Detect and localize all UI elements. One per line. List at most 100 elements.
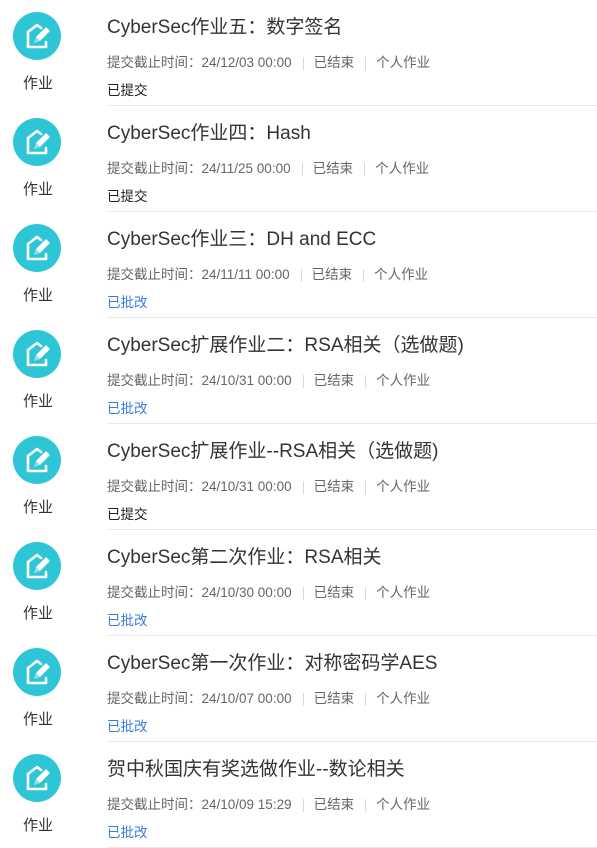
assignment-title[interactable]: CyberSec作业五：数字签名	[107, 15, 342, 41]
pen-edit-icon	[13, 118, 61, 166]
pen-edit-icon	[13, 12, 61, 60]
assignment-state: 已结束	[313, 55, 355, 71]
assignment-meta: 提交截止时间：24/10/09 15:29 已结束 个人作业	[107, 796, 430, 814]
assignment-mode: 个人作业	[376, 585, 431, 601]
assignment-status: 已批改	[107, 401, 148, 416]
meta-divider	[302, 798, 304, 812]
assignment-state: 已结束	[313, 797, 355, 813]
meta-divider	[365, 692, 367, 706]
assignment-state: 已结束	[313, 373, 355, 389]
assignment-deadline: 提交截止时间：24/10/07 00:00	[107, 691, 292, 707]
assignment-title[interactable]: CyberSec第二次作业：RSA相关	[107, 545, 382, 571]
assignment-mode: 个人作业	[376, 55, 431, 71]
assignment-content: CyberSec作业四：Hash 提交截止时间：24/11/25 00:00 已结…	[107, 106, 597, 212]
assignment-content: CyberSec第二次作业：RSA相关 提交截止时间：24/10/30 00:0…	[107, 530, 597, 636]
assignment-mode: 个人作业	[375, 161, 430, 177]
pen-edit-icon	[13, 648, 61, 696]
assignment-mode: 个人作业	[374, 267, 429, 283]
assignment-type-label: 作业	[22, 393, 53, 410]
assignment-item[interactable]: 作业 CyberSec第一次作业：对称密码学AES 提交截止时间：24/10/0…	[0, 636, 597, 742]
meta-divider	[300, 268, 302, 282]
assignment-icon-column: 作业	[0, 636, 76, 742]
assignment-content: CyberSec扩展作业--RSA相关（选做题) 提交截止时间：24/10/31…	[107, 424, 597, 530]
assignment-meta: 提交截止时间：24/10/31 00:00 已结束 个人作业	[107, 478, 430, 496]
meta-divider	[365, 586, 367, 600]
assignment-status: 已批改	[107, 613, 148, 628]
assignment-state: 已结束	[313, 691, 355, 707]
assignment-state: 已结束	[312, 161, 354, 177]
meta-divider	[302, 480, 304, 494]
meta-divider	[302, 56, 304, 70]
assignment-title[interactable]: CyberSec作业三：DH and ECC	[107, 227, 376, 253]
meta-divider	[301, 162, 303, 176]
assignment-content: CyberSec作业五：数字签名 提交截止时间：24/12/03 00:00 已结…	[107, 0, 597, 106]
assignment-meta: 提交截止时间：24/12/03 00:00 已结束 个人作业	[107, 54, 430, 72]
meta-divider	[365, 798, 367, 812]
assignment-status: 已批改	[107, 825, 148, 840]
assignment-item[interactable]: 作业 CyberSec扩展作业--RSA相关（选做题) 提交截止时间：24/10…	[0, 424, 597, 530]
assignment-status: 已提交	[107, 83, 148, 98]
assignment-status: 已提交	[107, 507, 148, 522]
assignment-title[interactable]: CyberSec作业四：Hash	[107, 121, 311, 147]
assignment-content: 贺中秋国庆有奖选做作业--数论相关 提交截止时间：24/10/09 15:29 已…	[107, 742, 597, 848]
assignment-title[interactable]: CyberSec扩展作业--RSA相关（选做题)	[107, 439, 438, 465]
assignment-icon-column: 作业	[0, 318, 76, 424]
assignment-title[interactable]: CyberSec扩展作业二：RSA相关（选做题)	[107, 333, 464, 359]
assignment-item[interactable]: 作业 CyberSec扩展作业二：RSA相关（选做题) 提交截止时间：24/10…	[0, 318, 597, 424]
meta-divider	[365, 56, 367, 70]
assignment-deadline: 提交截止时间：24/10/30 00:00	[107, 585, 292, 601]
assignment-icon-column: 作业	[0, 424, 76, 530]
assignment-mode: 个人作业	[376, 373, 431, 389]
pen-edit-icon	[13, 754, 61, 802]
assignment-item[interactable]: 作业 CyberSec作业四：Hash 提交截止时间：24/11/25 00:0…	[0, 106, 597, 212]
pen-edit-icon	[13, 330, 61, 378]
assignment-deadline: 提交截止时间：24/10/31 00:00	[107, 479, 292, 495]
meta-divider	[364, 162, 366, 176]
meta-divider	[302, 374, 304, 388]
assignment-content: CyberSec作业三：DH and ECC 提交截止时间：24/11/11 0…	[107, 212, 597, 318]
assignment-item[interactable]: 作业 CyberSec作业五：数字签名 提交截止时间：24/12/03 00:0…	[0, 0, 597, 106]
pen-edit-icon	[13, 224, 61, 272]
meta-divider	[365, 480, 367, 494]
assignment-type-label: 作业	[22, 605, 53, 622]
assignment-state: 已结束	[311, 267, 353, 283]
assignment-meta: 提交截止时间：24/10/07 00:00 已结束 个人作业	[107, 690, 430, 708]
assignment-type-label: 作业	[22, 817, 53, 834]
meta-divider	[302, 692, 304, 706]
assignment-title[interactable]: CyberSec第一次作业：对称密码学AES	[107, 651, 437, 677]
assignment-item[interactable]: 作业 CyberSec第二次作业：RSA相关 提交截止时间：24/10/30 0…	[0, 530, 597, 636]
assignment-deadline: 提交截止时间：24/10/09 15:29	[107, 797, 292, 813]
assignment-icon-column: 作业	[0, 212, 76, 318]
assignment-type-label: 作业	[22, 181, 53, 198]
assignment-mode: 个人作业	[376, 691, 431, 707]
assignment-icon-column: 作业	[0, 106, 76, 212]
meta-divider	[302, 586, 304, 600]
assignment-icon-column: 作业	[0, 742, 76, 848]
assignment-status: 已提交	[107, 189, 148, 204]
assignment-deadline: 提交截止时间：24/11/11 00:00	[107, 267, 290, 283]
meta-divider	[363, 268, 365, 282]
assignment-icon-column: 作业	[0, 530, 76, 636]
pen-edit-icon	[13, 542, 61, 590]
assignment-type-label: 作业	[22, 287, 53, 304]
assignment-state: 已结束	[313, 585, 355, 601]
assignment-mode: 个人作业	[376, 479, 431, 495]
assignment-list: 作业 CyberSec作业五：数字签名 提交截止时间：24/12/03 00:0…	[0, 0, 597, 848]
assignment-meta: 提交截止时间：24/11/11 00:00 已结束 个人作业	[107, 266, 428, 284]
assignment-status: 已批改	[107, 719, 148, 734]
assignment-title[interactable]: 贺中秋国庆有奖选做作业--数论相关	[107, 757, 405, 783]
assignment-deadline: 提交截止时间：24/12/03 00:00	[107, 55, 292, 71]
assignment-item[interactable]: 作业 CyberSec作业三：DH and ECC 提交截止时间：24/11/1…	[0, 212, 597, 318]
assignment-content: CyberSec扩展作业二：RSA相关（选做题) 提交截止时间：24/10/31…	[107, 318, 597, 424]
assignment-item[interactable]: 作业 贺中秋国庆有奖选做作业--数论相关 提交截止时间：24/10/09 15:…	[0, 742, 597, 848]
assignment-type-label: 作业	[22, 499, 53, 516]
assignment-mode: 个人作业	[376, 797, 431, 813]
assignment-status: 已批改	[107, 295, 148, 310]
assignment-deadline: 提交截止时间：24/11/25 00:00	[107, 161, 291, 177]
assignment-content: CyberSec第一次作业：对称密码学AES 提交截止时间：24/10/07 0…	[107, 636, 597, 742]
assignment-type-label: 作业	[22, 75, 53, 92]
assignment-state: 已结束	[313, 479, 355, 495]
assignment-deadline: 提交截止时间：24/10/31 00:00	[107, 373, 292, 389]
assignment-icon-column: 作业	[0, 0, 76, 106]
assignment-type-label: 作业	[22, 711, 53, 728]
